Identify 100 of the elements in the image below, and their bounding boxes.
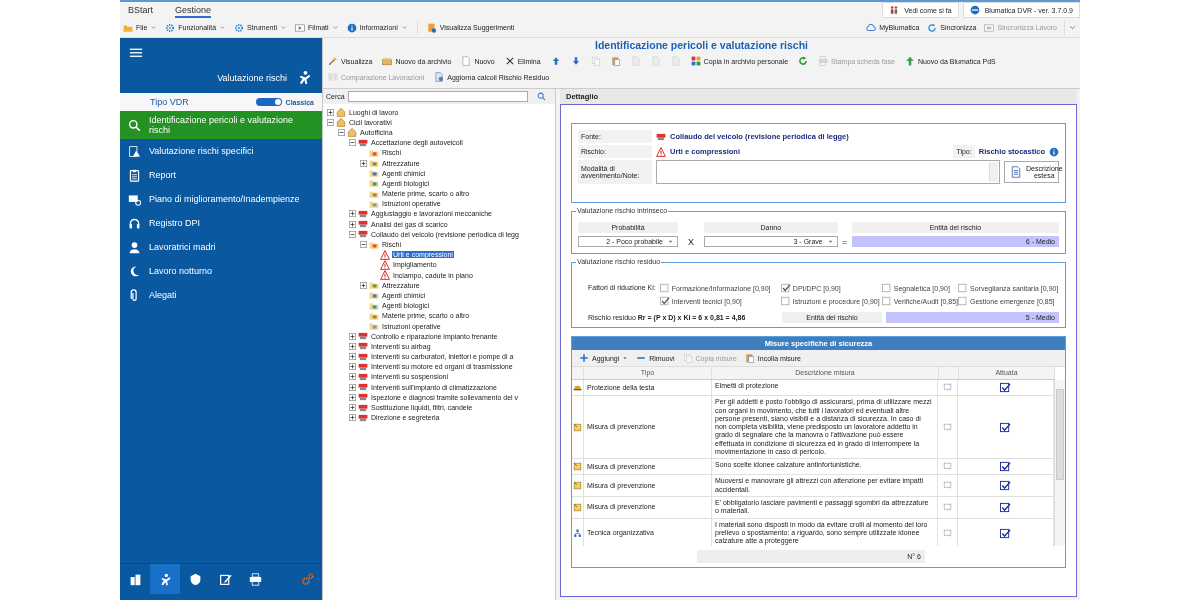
- checkbox[interactable]: [1000, 527, 1011, 539]
- sidebar-item[interactable]: Registro DPI: [120, 211, 322, 235]
- expand-icon[interactable]: [360, 159, 367, 167]
- machine-icon: [358, 208, 368, 219]
- edit-icon: [218, 572, 232, 586]
- sidebar-item[interactable]: Valutazione rischi specifici: [120, 139, 322, 163]
- checkbox[interactable]: [1000, 421, 1011, 433]
- checkbox[interactable]: [659, 296, 670, 306]
- hierarchy-icon: [573, 528, 582, 538]
- page-title: Identificazione pericoli e valutazione rischi: [594, 38, 809, 53]
- shield-icon: [188, 572, 202, 586]
- headphones-icon: [128, 216, 141, 230]
- sidebar-item[interactable]: Lavoratrici madri: [120, 235, 322, 259]
- expand-icon[interactable]: [349, 342, 356, 350]
- checkbox[interactable]: [881, 283, 892, 293]
- expand-icon[interactable]: [360, 281, 367, 289]
- note-icon: [573, 481, 582, 491]
- checkbox[interactable]: [1000, 501, 1011, 513]
- caret-icon: [622, 355, 629, 361]
- search-icon: [128, 118, 141, 132]
- expand-icon[interactable]: [349, 363, 356, 371]
- toolbar-button[interactable]: [609, 55, 622, 67]
- checkbox[interactable]: [1000, 480, 1011, 492]
- refresh-icon: [798, 56, 809, 66]
- machine-icon: [358, 402, 368, 413]
- toggle-switch[interactable]: [255, 98, 282, 106]
- expand-icon[interactable]: [349, 383, 356, 391]
- caret-icon: [826, 238, 834, 245]
- search-icon[interactable]: [537, 92, 546, 101]
- sidebar-item[interactable]: Alegati: [120, 283, 322, 307]
- app-tab[interactable]: BStart: [128, 4, 153, 18]
- machine-icon: [358, 341, 368, 352]
- expand-icon[interactable]: [349, 393, 356, 401]
- expand-icon[interactable]: [349, 373, 356, 381]
- operator: X: [687, 236, 695, 247]
- expand-icon[interactable]: [349, 404, 356, 412]
- checkbox[interactable]: [780, 296, 791, 306]
- expand-icon[interactable]: [349, 353, 356, 361]
- gear-icon: [234, 22, 245, 33]
- sidebar-item[interactable]: Piano di miglioramento/Inadempienze: [120, 187, 322, 211]
- arrow-up-icon: [550, 56, 561, 66]
- person-icon: [128, 240, 141, 254]
- machine-icon: [358, 137, 368, 148]
- checkbox[interactable]: [958, 283, 969, 293]
- helmet-icon: [573, 383, 582, 393]
- checkbox[interactable]: [958, 296, 969, 306]
- note-icon: [573, 462, 582, 472]
- gear-icon: [165, 22, 176, 33]
- scrollbar[interactable]: [1054, 380, 1065, 547]
- checkbox[interactable]: [1000, 461, 1011, 473]
- video-icon: [295, 22, 305, 33]
- document-icon: [426, 22, 437, 33]
- expand-icon[interactable]: [349, 210, 356, 218]
- folder-icon: [369, 321, 379, 332]
- checkbox[interactable]: [881, 296, 892, 306]
- search-field[interactable]: [347, 91, 528, 102]
- machine-icon: [358, 229, 368, 240]
- menu-icon[interactable]: [129, 46, 143, 60]
- paste-icon: [744, 353, 755, 363]
- house-icon: [336, 117, 346, 128]
- checkbox[interactable]: [780, 283, 791, 293]
- paste-icon: [610, 56, 621, 66]
- screen-icon: [128, 192, 141, 206]
- machine-icon: [358, 219, 368, 230]
- warning-icon: [380, 259, 390, 270]
- note-icon: [573, 422, 582, 432]
- document-icon: [1010, 166, 1022, 178]
- info-icon: [346, 22, 357, 33]
- expand-icon[interactable]: [349, 332, 356, 340]
- warning-icon: [656, 146, 666, 157]
- collapse-icon[interactable]: [360, 241, 367, 249]
- figure-icon: [158, 572, 172, 586]
- arrow-down-icon: [570, 56, 581, 66]
- sidebar-item[interactable]: Report: [120, 163, 322, 187]
- notes-field[interactable]: [656, 160, 1000, 184]
- logo-icon: [969, 5, 980, 15]
- folder-icon: [369, 280, 379, 291]
- sidebar-item[interactable]: Identificazione pericoli e valutazione rischi: [120, 111, 322, 139]
- cloud-icon: [866, 22, 877, 33]
- sidebar-item[interactable]: Lavoro notturno: [120, 259, 322, 283]
- people-icon: [889, 5, 900, 15]
- checkbox[interactable]: [1000, 382, 1011, 394]
- info-icon: [1049, 146, 1059, 157]
- folder-icon: [369, 168, 379, 179]
- collapse-icon[interactable]: [349, 139, 356, 147]
- collapse-icon[interactable]: [338, 128, 345, 136]
- collapse-icon[interactable]: [349, 230, 356, 238]
- expand-icon[interactable]: [349, 414, 356, 422]
- machine-icon: [358, 331, 368, 342]
- scrollbar[interactable]: [989, 162, 998, 182]
- bottom-tab[interactable]: [150, 564, 180, 594]
- expand-icon[interactable]: [349, 220, 356, 228]
- folder-icon: [369, 158, 379, 169]
- expand-icon[interactable]: [327, 108, 334, 116]
- copy-icon: [682, 353, 693, 363]
- checkbox[interactable]: [659, 283, 670, 293]
- app-tab[interactable]: Gestione: [175, 4, 212, 18]
- machine-icon: [358, 371, 368, 382]
- toolbar-button[interactable]: [797, 55, 810, 67]
- collapse-icon[interactable]: [327, 118, 334, 126]
